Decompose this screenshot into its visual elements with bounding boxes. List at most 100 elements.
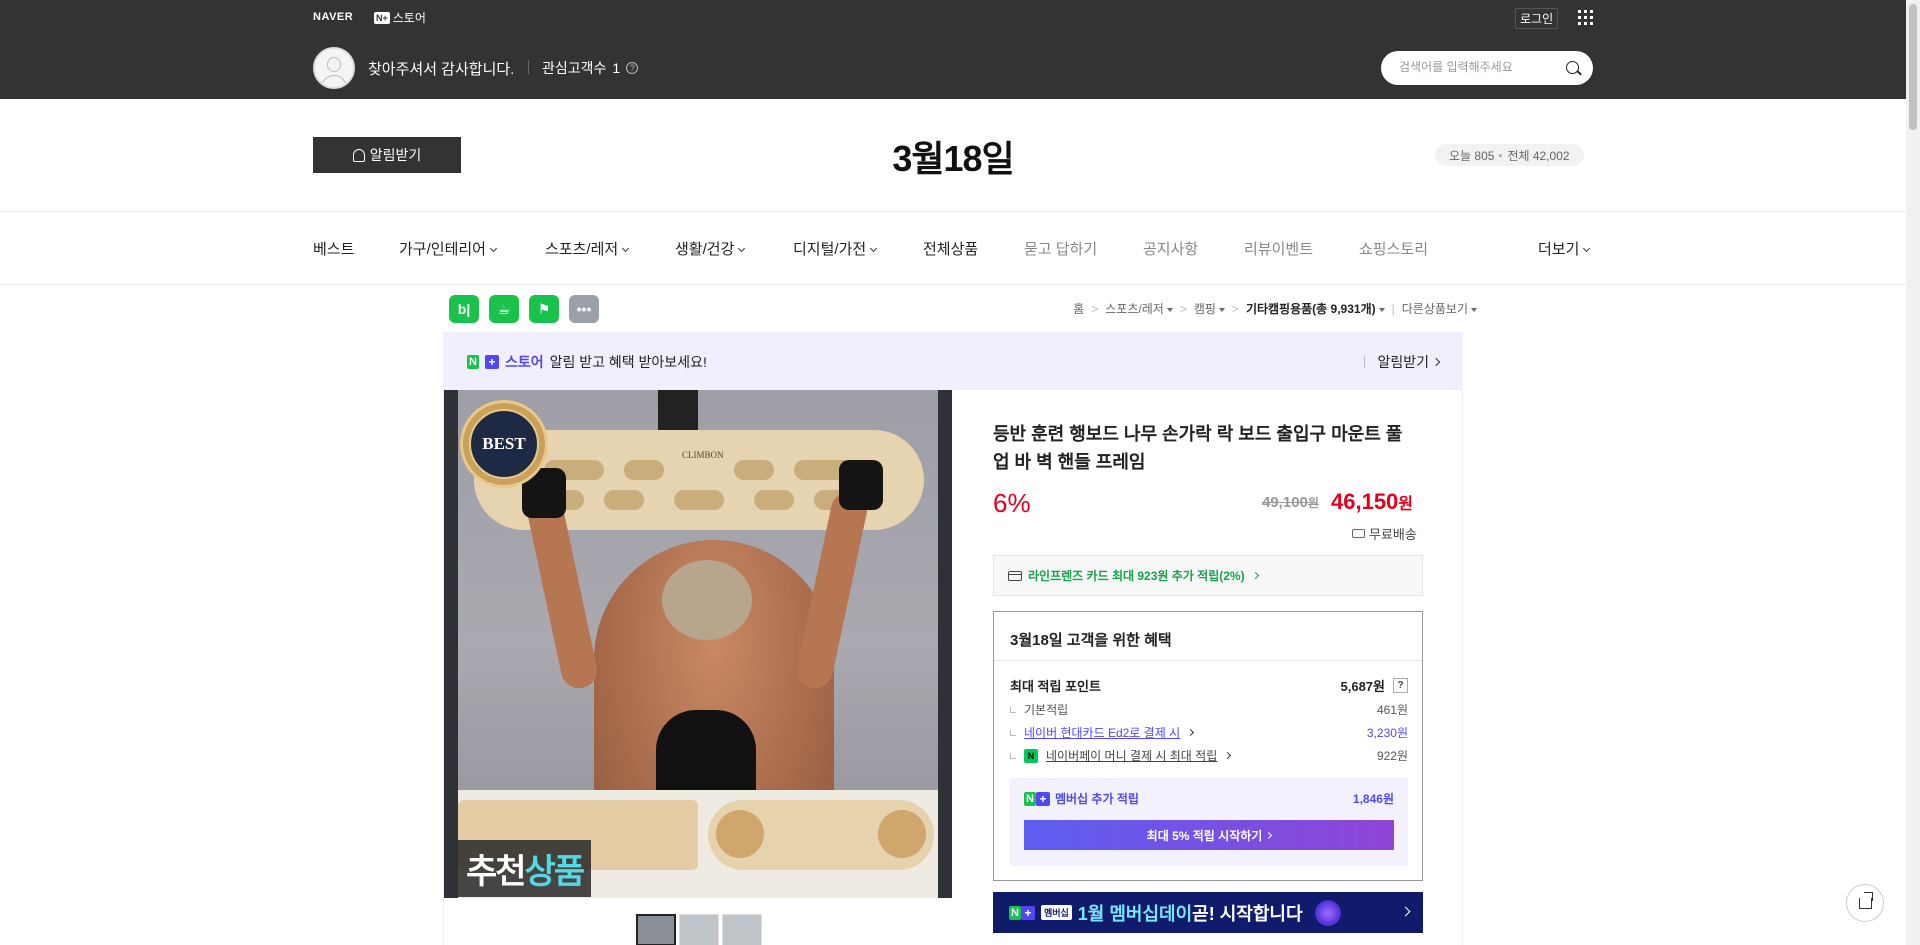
breadcrumb-home[interactable]: 홈 (1073, 300, 1084, 317)
card-points-link[interactable]: 네이버 현대카드 Ed2로 결제 시 (1024, 724, 1180, 741)
nav-item-digital[interactable]: 디지털/가전 (793, 238, 878, 259)
product-name: 등반 훈련 행보드 나무 손가락 락 보드 출입구 마운트 풀 업 바 벽 핸들… (993, 424, 1403, 472)
orb-icon (1314, 899, 1341, 926)
caret-down-icon (1471, 307, 1477, 312)
caret-down-icon (1218, 307, 1225, 312)
nav-item-best[interactable]: 베스트 (313, 238, 354, 259)
nav-item-living[interactable]: 생활/건강 (675, 238, 746, 259)
interest-count: 1 (612, 60, 621, 76)
banner-alarm-link[interactable]: 알림받기 (1364, 352, 1441, 372)
board-brand: CLIMBON (682, 450, 724, 460)
login-button[interactable]: 로그인 (1515, 8, 1559, 29)
nav-item-notice[interactable]: 공지사항 (1143, 238, 1198, 259)
search-input[interactable] (1399, 60, 1549, 74)
shipping-info: 무료배송 (1352, 524, 1417, 543)
membership-tag: 멤버십 (1040, 905, 1072, 920)
breadcrumb-cat3[interactable]: 기타캠핑용품(총 9,931개) (1246, 300, 1385, 317)
divider (0, 211, 1906, 212)
banner-text: 알림 받고 혜택 받아보세요! (549, 354, 707, 370)
benefit-title: 3월18일 고객을 위한 혜택 (1010, 632, 1172, 649)
visit-counter: 오늘 805 전체 42,002 (1435, 144, 1584, 166)
membership-start-button[interactable]: 최대 5% 적립 시작하기 (1024, 820, 1394, 850)
thumbnail-strip (636, 914, 762, 945)
blog-share-icon[interactable]: b| (449, 295, 479, 323)
pay-points-row: N 네이버페이 머니 결제 시 최대 적립 922원 (1010, 747, 1408, 764)
app-grid-icon[interactable] (1578, 10, 1593, 25)
nav-more-button[interactable]: 더보기 (1538, 238, 1591, 259)
caret-down-icon (1378, 307, 1385, 312)
nplus-badge: N+ (374, 11, 390, 24)
more-share-icon[interactable]: ••• (569, 295, 599, 323)
nav-item-qna[interactable]: 묻고 답하기 (1024, 238, 1097, 259)
card-offer-text: 라인프렌즈 카드 최대 923원 추가 적립(2%) (1028, 569, 1245, 583)
credit-card-icon (1008, 570, 1022, 581)
notification-banner: N + 스토어 알림 받고 혜택 받아보세요! 알림받기 (443, 332, 1463, 390)
interest-customers: 관심고객수 1 ? (542, 58, 639, 78)
breadcrumb: 홈 > 스포츠/레저 > 캠핑 > 기타캠핑용품(총 9,931개) | 다른상… (1073, 300, 1477, 317)
basic-points-row: 기본적립 461원 (1010, 701, 1408, 718)
best-badge: BEST (460, 400, 548, 488)
top-bar: NAVER N+ 스토어 로그인 찾아주셔서 감사합니다. 관심고객수 1 ? (0, 0, 1906, 99)
npay-icon: N (1024, 748, 1038, 763)
search-box (1381, 51, 1593, 85)
chevron-down-icon (489, 244, 498, 253)
cafe-share-icon[interactable]: ☕ (489, 295, 519, 323)
divider (528, 60, 529, 74)
divider (0, 284, 1906, 285)
help-icon[interactable]: ? (1393, 678, 1408, 693)
chevron-right-icon (1187, 728, 1195, 737)
breadcrumb-cat1[interactable]: 스포츠/레저 (1105, 300, 1173, 317)
plus-icon: + (1020, 905, 1035, 920)
membership-day-banner[interactable]: N + 멤버십 1월 멤버십데이 곧! 시작합니다 (993, 892, 1423, 933)
naver-n-badge: N (1024, 791, 1036, 806)
interest-label: 관심고객수 (542, 60, 607, 76)
visit-total: 전체 42,002 (1507, 148, 1570, 163)
nav-item-shopping-story[interactable]: 쇼핑스토리 (1359, 238, 1428, 259)
banner-brand: 스토어 (504, 354, 544, 370)
chevron-right-icon (1265, 831, 1273, 839)
scrollbar[interactable] (1906, 0, 1920, 945)
nav-item-review-event[interactable]: 리뷰이벤트 (1244, 238, 1313, 259)
share-icon[interactable] (1846, 884, 1884, 922)
benefit-box: 3월18일 고객을 위한 혜택 최대 적립 포인트 5,687원? 기본적립 4… (993, 611, 1423, 881)
plus-icon: + (484, 355, 499, 369)
other-products-link[interactable]: 다른상품보기 (1402, 300, 1477, 317)
store-avatar (313, 47, 355, 89)
nav-item-furniture[interactable]: 가구/인테리어 (399, 238, 498, 259)
thumbnail[interactable] (636, 914, 676, 945)
visit-today: 오늘 805 (1449, 148, 1495, 163)
naver-store-logo[interactable]: N+ 스토어 (374, 9, 426, 26)
nav-item-sports[interactable]: 스포츠/레저 (545, 238, 630, 259)
truck-icon (1352, 529, 1365, 538)
chevron-down-icon (622, 244, 630, 253)
max-points-row: 최대 적립 포인트 5,687원? (1010, 676, 1408, 695)
bookmark-share-icon[interactable]: ⚑ (529, 295, 559, 323)
thumbnail[interactable] (722, 914, 762, 945)
breadcrumb-cat2[interactable]: 캠핑 (1194, 300, 1225, 317)
info-icon[interactable]: ? (626, 62, 639, 74)
original-price: 49,100원 (1262, 494, 1319, 511)
pay-points-link[interactable]: 네이버페이 머니 결제 시 최대 적립 (1046, 747, 1217, 764)
store-title[interactable]: 3월18일 (0, 130, 1906, 182)
card-points-row: 네이버 현대카드 Ed2로 결제 시 3,230원 (1010, 724, 1408, 741)
nav-item-all-products[interactable]: 전체상품 (923, 238, 978, 259)
chevron-right-icon (1224, 751, 1232, 760)
chevron-down-icon (738, 244, 746, 253)
membership-box: N + 멤버십 추가 적립 1,846원 최대 5% 적립 시작하기 (1010, 778, 1408, 866)
search-icon[interactable] (1566, 61, 1579, 74)
chevron-right-icon (1431, 357, 1441, 367)
caret-down-icon (1166, 307, 1173, 312)
store-logo-label: 스토어 (392, 11, 426, 25)
chevron-right-icon (1400, 906, 1411, 917)
product-image[interactable]: CLIMBON BEST 추천상품 (444, 390, 952, 898)
naver-logo[interactable]: NAVER (313, 11, 353, 23)
chevron-down-icon (870, 244, 878, 253)
naver-n-badge: N (1009, 905, 1021, 920)
greeting-text: 찾아주셔서 감사합니다. (368, 61, 515, 78)
max-points-value: 5,687원 (1340, 679, 1386, 694)
sale-price: 46,150원 (1331, 489, 1414, 514)
thumbnail[interactable] (679, 914, 719, 945)
card-offer-row[interactable]: 라인프렌즈 카드 최대 923원 추가 적립(2%) (993, 555, 1423, 596)
chevron-down-icon (1583, 244, 1591, 253)
naver-n-badge: N (467, 355, 479, 369)
